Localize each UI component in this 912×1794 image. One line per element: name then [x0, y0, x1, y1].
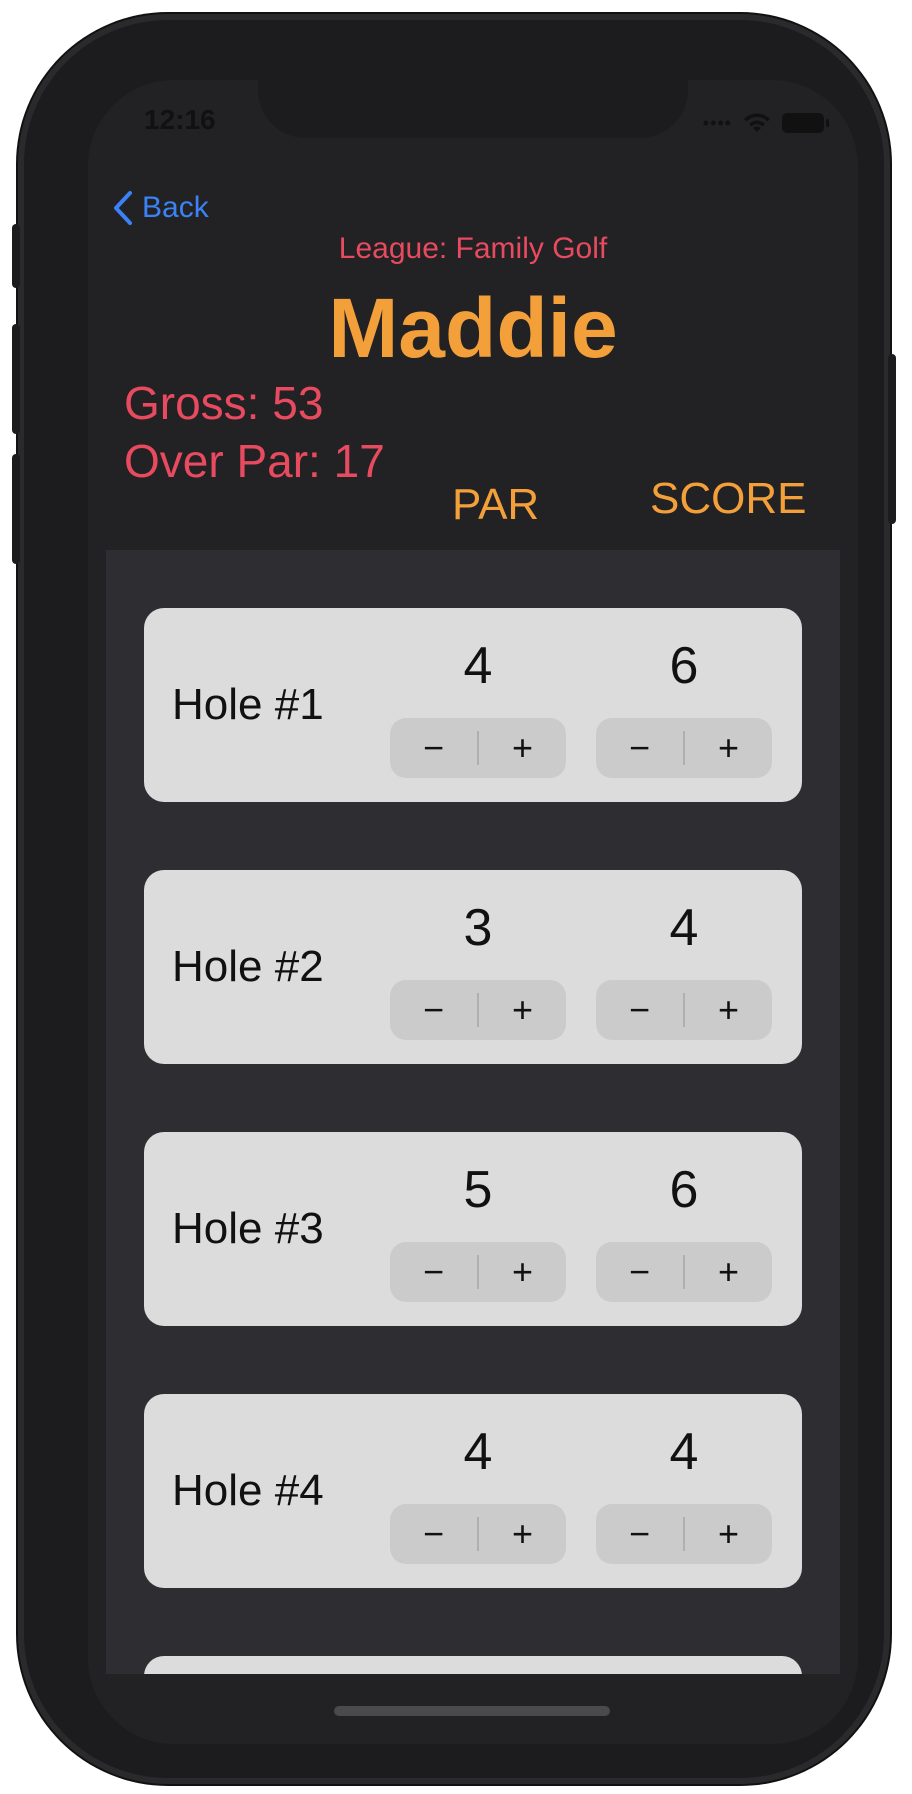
chevron-left-icon [114, 191, 132, 225]
hole-card: Hole #1 4 6 − + − + [144, 608, 802, 802]
score-decrement-button[interactable]: − [596, 1251, 683, 1293]
phone-frame: 12:16 •••• Back League: Family Golf Madd… [12, 14, 896, 1784]
league-label: League: Family Golf [338, 232, 608, 265]
hole-label: Hole #2 [172, 942, 324, 991]
score-value: 6 [669, 637, 699, 695]
score-stepper: − + [596, 718, 772, 778]
par-increment-button[interactable]: + [479, 1251, 566, 1293]
volume-up-button [12, 324, 20, 434]
home-indicator[interactable] [334, 1706, 610, 1716]
par-stepper: − + [390, 1504, 566, 1564]
gross-total: Gross: 53 [124, 377, 324, 429]
score-stepper: − + [596, 1504, 772, 1564]
hole-card: Hole #2 3 4 − + − + [144, 870, 802, 1064]
battery-icon [782, 113, 829, 133]
score-increment-button[interactable]: + [685, 989, 772, 1031]
mute-switch [12, 224, 20, 288]
score-column-header: SCORE [650, 474, 807, 523]
par-increment-button[interactable]: + [479, 989, 566, 1031]
par-stepper: − + [390, 718, 566, 778]
par-value: 3 [463, 899, 493, 957]
par-decrement-button[interactable]: − [390, 989, 477, 1031]
score-increment-button[interactable]: + [685, 1513, 772, 1555]
par-value: 4 [463, 637, 493, 695]
over-par-total: Over Par: 17 [124, 435, 385, 487]
score-value: 6 [669, 1161, 699, 1219]
par-column-header: PAR [452, 480, 540, 529]
par-stepper: − + [390, 1242, 566, 1302]
score-decrement-button[interactable]: − [596, 989, 683, 1031]
back-button[interactable]: Back [112, 190, 209, 226]
par-stepper: − + [390, 980, 566, 1040]
par-value: 4 [463, 1423, 493, 1481]
hole-label: Hole #3 [172, 1204, 324, 1253]
score-stepper: − + [596, 980, 772, 1040]
wifi-icon [744, 113, 770, 132]
par-increment-button[interactable]: + [479, 727, 566, 769]
power-button [888, 354, 896, 524]
signal-icon: •••• [702, 112, 732, 133]
player-name: Maddie [328, 281, 618, 375]
hole-card: Hole #3 5 6 − + − + [144, 1132, 802, 1326]
status-time: 12:16 [144, 104, 216, 135]
back-label: Back [142, 191, 209, 224]
par-decrement-button[interactable]: − [390, 727, 477, 769]
score-value: 4 [669, 899, 699, 957]
status-icons: •••• [702, 112, 829, 134]
par-decrement-button[interactable]: − [390, 1251, 477, 1293]
par-decrement-button[interactable]: − [390, 1513, 477, 1555]
score-increment-button[interactable]: + [685, 1251, 772, 1293]
holes-list[interactable]: Hole #1 4 6 − + − + Hole #2 3 4 − + − + … [106, 550, 840, 1674]
par-increment-button[interactable]: + [479, 1513, 566, 1555]
hole-label: Hole #1 [172, 680, 324, 729]
app-screen: 12:16 •••• Back League: Family Golf Madd… [88, 80, 858, 1744]
score-value: 4 [669, 1423, 699, 1481]
par-value: 5 [463, 1161, 493, 1219]
notch [258, 80, 688, 138]
hole-card: Hole #4 4 4 − + − + [144, 1394, 802, 1588]
score-stepper: − + [596, 1242, 772, 1302]
score-decrement-button[interactable]: − [596, 727, 683, 769]
hole-label: Hole #4 [172, 1466, 324, 1515]
hole-card-partial [144, 1656, 802, 1674]
score-increment-button[interactable]: + [685, 727, 772, 769]
score-decrement-button[interactable]: − [596, 1513, 683, 1555]
volume-down-button [12, 454, 20, 564]
